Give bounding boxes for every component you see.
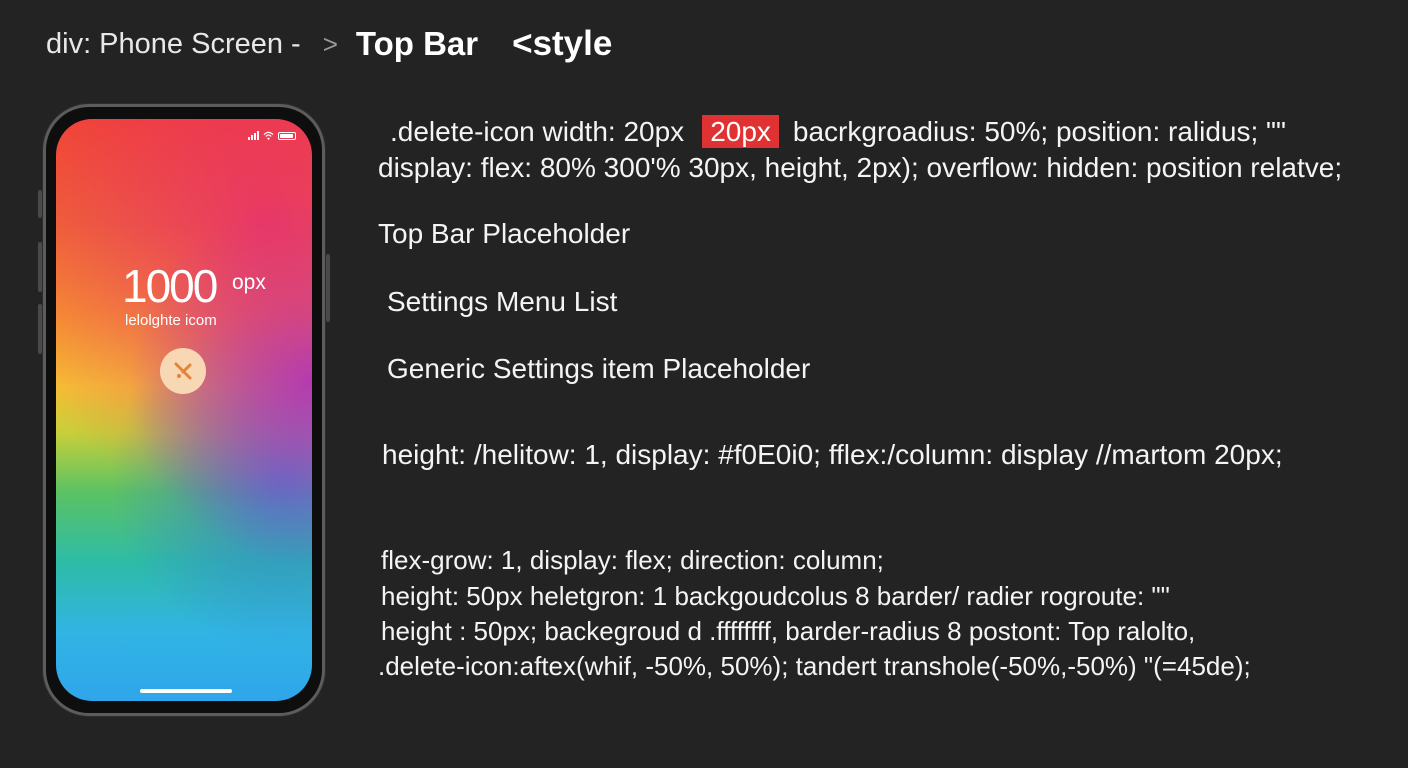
settings-menu-list: Settings Menu List (387, 286, 618, 317)
tools-icon (174, 362, 192, 380)
screen-caption: lelolghte icom (125, 312, 217, 329)
chevron-right-icon: > (322, 28, 338, 59)
highlighted-value: 20px (702, 115, 779, 148)
code-line-1: .delete-icon width: 20px 20px bacrkgroadiu… (390, 115, 1286, 148)
breadcrumb-root[interactable]: div: Phone Screen - (46, 28, 301, 61)
code-line-9: height : 50px; backegroud d .ffffffff, b… (381, 616, 1196, 646)
screen-unit-label: opx (232, 271, 266, 294)
code-line-1-suffix: bacrkgroadius: 50%; position: ralidus; "… (792, 116, 1286, 147)
code-line-1-prefix: .delete-icon width: 20px (390, 116, 685, 147)
code-line-2: display: flex: 80% 300'% 30px, height, 2… (378, 152, 1343, 183)
status-bar (248, 131, 296, 140)
code-line-10: .delete-icon:aftex(whif, -50%, 50%); tan… (378, 651, 1251, 681)
code-line-6: height: /helitow: 1, display: #f0E0i0; f… (382, 439, 1283, 470)
wifi-icon (263, 131, 274, 140)
phone-volume-down-button (38, 304, 42, 354)
delete-icon[interactable] (160, 348, 206, 394)
phone-power-button (326, 254, 330, 322)
phone-volume-up-button (38, 242, 42, 292)
phone-screen: 1000 opx lelolghte icom (56, 119, 312, 701)
code-line-8: height: 50px heletgron: 1 backgoudcolus … (381, 581, 1170, 611)
home-indicator[interactable] (140, 689, 232, 693)
signal-icon (248, 131, 259, 140)
phone-frame: 1000 opx lelolghte icom (43, 104, 325, 716)
top-bar-placeholder: Top Bar Placeholder (378, 218, 631, 249)
settings-item-placeholder: Generic Settings item Placeholder (387, 353, 811, 384)
phone-mute-switch (38, 190, 42, 218)
style-tag-label: <style (512, 24, 613, 63)
breadcrumb: div: Phone Screen - > Top Bar <style (46, 22, 612, 66)
battery-icon (278, 131, 296, 140)
breadcrumb-current[interactable]: Top Bar (356, 25, 478, 63)
code-line-7: flex-grow: 1, display: flex; direction: … (381, 545, 884, 575)
screen-big-number: 1000 (122, 260, 218, 312)
